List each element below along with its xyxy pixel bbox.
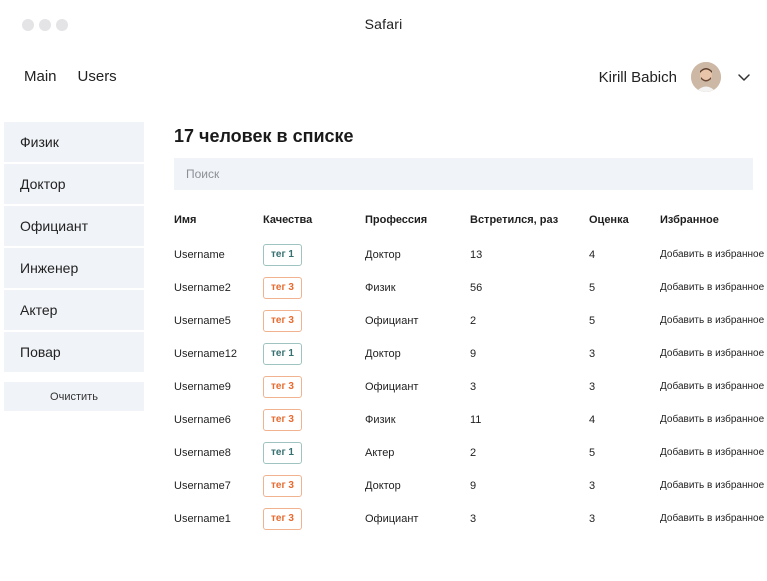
sidebar-item-engineer[interactable]: Инженер: [4, 248, 144, 288]
window-title: Safari: [364, 16, 403, 32]
table-row: Username8 тег 1 Актер 2 5 Добавить в изб…: [174, 436, 767, 469]
column-header-name[interactable]: Имя: [174, 204, 196, 236]
sidebar: Физик Доктор Официант Инженер Актер Пова…: [4, 122, 144, 411]
cell-name: Username: [174, 248, 225, 261]
cell-rating: 3: [589, 347, 596, 360]
tag-badge[interactable]: тег 3: [263, 309, 302, 332]
cell-profession: Официант: [365, 380, 419, 393]
tag-badge[interactable]: тег 3: [263, 408, 302, 431]
tag-badge[interactable]: тег 1: [263, 342, 302, 365]
user-name: Kirill Babich: [598, 68, 677, 86]
add-to-favorites-link[interactable]: Добавить в избранное: [660, 370, 767, 403]
cell-rating: 5: [589, 281, 596, 294]
search-input[interactable]: [174, 158, 753, 190]
nav-link-main[interactable]: Main: [24, 68, 57, 85]
cell-name: Username5: [174, 314, 231, 327]
cell-profession: Доктор: [365, 479, 401, 492]
add-to-favorites-link[interactable]: Добавить в избранное: [660, 337, 767, 370]
cell-met-count: 9: [470, 479, 477, 492]
cell-profession: Официант: [365, 512, 419, 525]
cell-met-count: 2: [470, 314, 477, 327]
users-table: Имя Качества Профессия Встретился, раз О…: [174, 204, 767, 535]
cell-name: Username1: [174, 512, 231, 525]
add-to-favorites-link[interactable]: Добавить в избранное: [660, 238, 767, 271]
table-row: Username9 тег 3 Официант 3 3 Добавить в …: [174, 370, 767, 403]
table-row: Username7 тег 3 Доктор 9 3 Добавить в из…: [174, 469, 767, 502]
page-title: 17 человек в списке: [174, 126, 354, 146]
cell-profession: Доктор: [365, 347, 401, 360]
user-menu[interactable]: Kirill Babich: [599, 62, 751, 92]
cell-met-count: 56: [470, 281, 483, 294]
add-to-favorites-link[interactable]: Добавить в избранное: [660, 304, 767, 337]
cell-name: Username2: [174, 281, 231, 294]
column-header-profession[interactable]: Профессия: [365, 204, 427, 236]
chevron-down-icon[interactable]: [737, 70, 751, 84]
table-row: Username6 тег 3 Физик 11 4 Добавить в из…: [174, 403, 767, 436]
browser-window: Safari Main Users Kirill Babich Физик До…: [0, 0, 767, 581]
cell-profession: Доктор: [365, 248, 401, 261]
cell-met-count: 11: [470, 413, 482, 426]
tag-badge[interactable]: тег 3: [263, 474, 302, 497]
cell-met-count: 3: [470, 380, 477, 393]
tag-badge[interactable]: тег 1: [263, 441, 302, 464]
add-to-favorites-link[interactable]: Добавить в избранное: [660, 469, 767, 502]
cell-met-count: 3: [470, 512, 477, 525]
sidebar-item-doctor[interactable]: Доктор: [4, 164, 144, 204]
cell-name: Username8: [174, 446, 231, 459]
cell-name: Username6: [174, 413, 231, 426]
cell-rating: 3: [589, 479, 596, 492]
column-header-qualities[interactable]: Качества: [263, 204, 312, 236]
column-header-met-count[interactable]: Встретился, раз: [470, 204, 558, 236]
add-to-favorites-link[interactable]: Добавить в избранное: [660, 271, 767, 304]
column-header-favorites[interactable]: Избранное: [660, 204, 767, 236]
tag-badge[interactable]: тег 1: [263, 243, 302, 266]
cell-profession: Физик: [365, 281, 396, 294]
table-row: Username5 тег 3 Официант 2 5 Добавить в …: [174, 304, 767, 337]
sidebar-item-physicist[interactable]: Физик: [4, 122, 144, 162]
table-header: Имя Качества Профессия Встретился, раз О…: [174, 204, 767, 238]
clear-button[interactable]: Очистить: [4, 382, 144, 411]
tag-badge[interactable]: тег 3: [263, 507, 302, 530]
table-row: Username1 тег 3 Официант 3 3 Добавить в …: [174, 502, 767, 535]
sidebar-item-actor[interactable]: Актер: [4, 290, 144, 330]
cell-name: Username9: [174, 380, 231, 393]
add-to-favorites-link[interactable]: Добавить в избранное: [660, 436, 767, 469]
tag-badge[interactable]: тег 3: [263, 375, 302, 398]
title-bar: Safari: [0, 0, 767, 48]
cell-profession: Официант: [365, 314, 419, 327]
add-to-favorites-link[interactable]: Добавить в избранное: [660, 502, 767, 535]
sidebar-item-cook[interactable]: Повар: [4, 332, 144, 372]
cell-profession: Актер: [365, 446, 395, 459]
cell-rating: 4: [589, 248, 596, 261]
main-content: 17 человек в списке: [174, 124, 767, 190]
cell-rating: 5: [589, 314, 596, 327]
sidebar-item-waiter[interactable]: Официант: [4, 206, 144, 246]
avatar[interactable]: [691, 62, 721, 92]
cell-rating: 3: [589, 380, 596, 393]
cell-rating: 3: [589, 512, 596, 525]
cell-met-count: 2: [470, 446, 477, 459]
avatar-image: [691, 62, 721, 92]
add-to-favorites-link[interactable]: Добавить в избранное: [660, 403, 767, 436]
cell-rating: 4: [589, 413, 596, 426]
table-row: Username12 тег 1 Доктор 9 3 Добавить в и…: [174, 337, 767, 370]
top-nav: Main Users: [24, 68, 117, 85]
cell-profession: Физик: [365, 413, 396, 426]
table-row: Username2 тег 3 Физик 56 5 Добавить в из…: [174, 271, 767, 304]
nav-link-users[interactable]: Users: [78, 68, 117, 85]
cell-met-count: 13: [470, 248, 483, 261]
table-row: Username тег 1 Доктор 13 4 Добавить в из…: [174, 238, 767, 271]
column-header-rating[interactable]: Оценка: [589, 204, 629, 236]
cell-rating: 5: [589, 446, 596, 459]
cell-met-count: 9: [470, 347, 477, 360]
cell-name: Username12: [174, 347, 237, 360]
tag-badge[interactable]: тег 3: [263, 276, 302, 299]
cell-name: Username7: [174, 479, 231, 492]
